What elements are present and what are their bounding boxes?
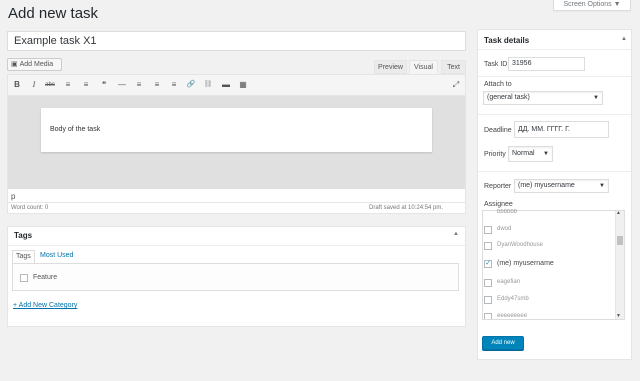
- tab-preview[interactable]: Preview: [374, 60, 407, 74]
- assignee-name: Eddy47smb: [497, 296, 529, 302]
- tag-checkbox[interactable]: [20, 274, 28, 282]
- assignee-name: DyanWoodhouse: [497, 242, 543, 248]
- align-left-icon[interactable]: ≡: [134, 80, 144, 90]
- editor-toolbar: [8, 75, 465, 96]
- priority-select[interactable]: Normal ▼: [508, 146, 553, 162]
- assignee-scrollbar[interactable]: [615, 211, 624, 319]
- assignee-name: eeeeeeeee: [497, 313, 528, 319]
- read-more-icon[interactable]: ▬: [221, 80, 231, 90]
- bold-icon[interactable]: B: [12, 80, 22, 90]
- task-id-field[interactable]: 31956: [508, 57, 585, 71]
- align-right-icon[interactable]: ≡: [169, 80, 179, 90]
- editor-path: p: [11, 192, 16, 201]
- align-center-icon[interactable]: ≡: [152, 80, 162, 90]
- page-title: Add new task: [8, 5, 99, 22]
- add-media-button[interactable]: ▣ Add Media: [7, 58, 62, 71]
- chevron-down-icon: ▼: [543, 151, 549, 157]
- assignee-checkbox[interactable]: [484, 226, 492, 234]
- deadline-label: Deadline: [484, 127, 512, 134]
- task-title-input[interactable]: Example task X1: [7, 31, 466, 51]
- reporter-value: (me) myusername: [518, 182, 575, 189]
- assignee-checkbox[interactable]: [484, 279, 492, 287]
- add-new-category-link[interactable]: + Add New Category: [13, 302, 77, 309]
- tags-title: Tags: [14, 231, 33, 240]
- assignee-checkbox-checked[interactable]: ✓: [484, 260, 492, 268]
- tab-most-used[interactable]: Most Used: [40, 252, 73, 259]
- divider: [478, 49, 631, 50]
- priority-label: Priority: [484, 151, 506, 158]
- add-new-button[interactable]: Add new: [482, 336, 524, 350]
- toolbar-toggle-icon[interactable]: ▦: [238, 80, 248, 90]
- reporter-label: Reporter: [484, 183, 512, 190]
- reporter-select[interactable]: (me) myusername ▼: [514, 179, 609, 193]
- tab-text[interactable]: Text: [441, 60, 466, 74]
- bulleted-list-icon[interactable]: ≡: [63, 80, 73, 90]
- attach-to-label: Attach to: [484, 81, 512, 88]
- assignee-label: Assignee: [484, 201, 513, 208]
- assignee-name: (me) myusername: [497, 260, 554, 267]
- divider: [478, 114, 631, 115]
- assignee-name: eagefian: [497, 279, 521, 285]
- draft-saved-status: Draft saved at 10:24:54 pm.: [369, 205, 444, 211]
- tab-tags[interactable]: Tags: [12, 250, 35, 264]
- collapse-icon[interactable]: ▲: [621, 36, 627, 42]
- fullscreen-icon[interactable]: ⤢: [451, 80, 461, 90]
- numbered-list-icon[interactable]: ≡: [81, 80, 91, 90]
- scroll-down-icon[interactable]: ▼: [616, 313, 621, 319]
- media-icon: ▣: [11, 61, 18, 68]
- collapse-icon[interactable]: ▲: [453, 231, 459, 237]
- task-details-title: Task details: [484, 36, 530, 45]
- divider: [478, 171, 631, 172]
- horizontal-line-icon[interactable]: —: [117, 80, 127, 90]
- attach-to-value: (general task): [487, 94, 530, 101]
- tab-visual[interactable]: Visual: [409, 60, 438, 74]
- tag-panel: [12, 263, 459, 291]
- divider: [8, 202, 465, 203]
- add-media-label: Add Media: [19, 61, 54, 68]
- assignee-name: bbbbbb: [497, 209, 518, 215]
- italic-icon[interactable]: I: [29, 80, 39, 90]
- strikethrough-icon[interactable]: abc: [45, 80, 55, 90]
- word-count: Word count: 0: [11, 205, 49, 211]
- assignee-name: dwod: [497, 226, 512, 232]
- chevron-down-icon: ▼: [593, 95, 599, 101]
- tag-label: Feature: [33, 274, 58, 281]
- scrollbar-thumb[interactable]: [617, 236, 623, 245]
- priority-value: Normal: [512, 150, 535, 157]
- assignee-checkbox[interactable]: [484, 313, 492, 319]
- attach-to-select[interactable]: (general task) ▼: [483, 91, 603, 105]
- scroll-up-icon[interactable]: ▲: [616, 210, 621, 216]
- unlink-icon[interactable]: ⛓: [203, 80, 213, 90]
- divider: [478, 76, 631, 77]
- task-id-label: Task ID: [484, 61, 508, 68]
- blockquote-icon[interactable]: ❝: [99, 80, 109, 90]
- link-icon[interactable]: 🔗: [186, 80, 196, 90]
- assignee-checkbox[interactable]: [484, 296, 492, 304]
- divider: [8, 245, 465, 246]
- screen-options-button[interactable]: Screen Options ▼: [553, 0, 631, 11]
- editor-body-text[interactable]: Body of the task: [50, 126, 100, 133]
- assignee-checkbox[interactable]: [484, 242, 492, 250]
- deadline-field[interactable]: ДД. ММ. ГГГГ. Г.: [514, 121, 609, 138]
- chevron-down-icon: ▼: [599, 183, 605, 189]
